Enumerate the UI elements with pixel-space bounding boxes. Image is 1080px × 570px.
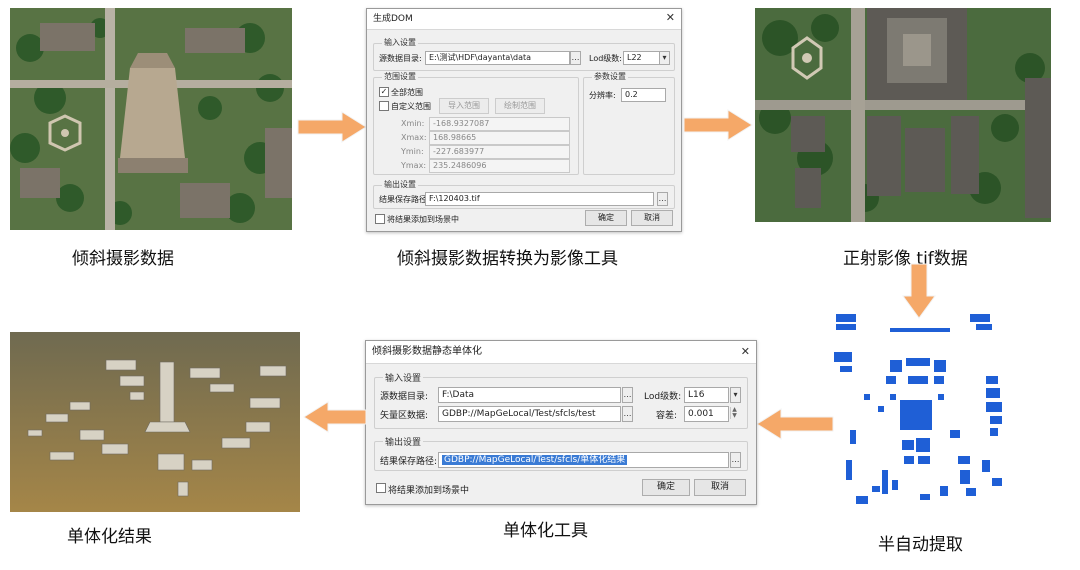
browse-save-button[interactable]: … [657,192,668,206]
draw-range-button[interactable]: 绘制范围 [495,98,545,114]
vector-data-label: 矢量区数据: [380,411,429,421]
orthophoto-graphic [755,8,1051,222]
cancel-button[interactable]: 取消 [694,479,746,496]
all-range-label: 全部范围 [391,88,423,97]
tolerance-spinner[interactable]: ▲ ▼ [730,407,738,419]
arrow-right-1 [297,111,367,143]
close-icon[interactable]: ✕ [741,345,750,358]
arrow-right-2 [683,109,753,141]
monomer-result-image [10,332,300,512]
custom-range-label: 自定义范围 [391,102,431,111]
oblique-photo-graphic [10,8,292,230]
dialog-title: 生成DOM [367,9,681,30]
save-path-label: 结果保存路径: [380,457,438,467]
import-range-button[interactable]: 导入范围 [439,98,489,114]
monomer-result-graphic [10,332,300,512]
lod-select[interactable]: L16 [684,387,729,403]
caption-result: 单体化结果 [67,527,152,547]
caption-extract: 半自动提取 [878,535,963,555]
orthophoto-image [755,8,1051,222]
chevron-down-icon[interactable]: ▾ [730,387,741,403]
dialog-title: 倾斜摄影数据静态单体化 [366,341,756,364]
browse-vector-button[interactable]: … [622,406,633,422]
save-path-selected-text: GDBP://MapGeLocal/Test/sfcls/单体化结果 [442,455,628,465]
all-range-checkbox[interactable]: ✓ [379,87,389,97]
caption-oblique: 倾斜摄影数据 [72,249,174,269]
source-dir-label: 源数据目录: [379,54,422,63]
oblique-photo-image [10,8,292,230]
xmax-field[interactable]: 168.98665 [429,131,570,145]
lod-select[interactable]: L22 [623,51,662,65]
source-dir-field[interactable]: E:\测试\HDF\dayanta\data [425,51,570,65]
resolution-label: 分辨率: [589,91,616,100]
source-dir-label: 源数据目录: [380,392,429,402]
monomer-dialog: 倾斜摄影数据静态单体化 ✕ 输入设置 源数据目录: F:\Data … Lod级… [365,340,757,505]
tolerance-field[interactable]: 0.001 [684,406,729,422]
cancel-button[interactable]: 取消 [631,210,673,226]
tolerance-label: 容差: [656,411,678,421]
xmin-label: Xmin: [401,119,425,128]
resolution-field[interactable]: 0.2 [621,88,666,102]
lod-label: Lod级数: [644,392,682,402]
add-to-scene-checkbox[interactable] [375,214,385,224]
lod-label: Lod级数: [589,54,622,63]
arrow-left-1 [756,408,834,440]
browse-source-button[interactable]: … [622,387,633,403]
chevron-down-icon[interactable]: ▾ [659,51,670,65]
save-path-field[interactable]: GDBP://MapGeLocal/Test/sfcls/单体化结果 [438,452,729,468]
xmax-label: Xmax: [401,133,427,142]
close-icon[interactable]: ✕ [666,11,675,24]
add-to-scene-label: 将结果添加到场景中 [387,215,459,224]
ymin-field[interactable]: -227.683977 [429,145,570,159]
generate-dom-dialog: 生成DOM ✕ 输入设置 源数据目录: E:\测试\HDF\dayanta\da… [366,8,682,232]
ymax-label: Ymax: [401,161,427,170]
save-path-field[interactable]: F:\120403.tif [425,192,654,206]
ymax-field[interactable]: 235.2486096 [429,159,570,173]
caption-tool1: 倾斜摄影数据转换为影像工具 [397,249,618,269]
browse-source-button[interactable]: … [570,51,581,65]
vector-data-field[interactable]: GDBP://MapGeLocal/Test/sfcls/test [438,406,621,422]
building-footprints-graphic [834,314,1002,504]
ok-button[interactable]: 确定 [585,210,627,226]
arrow-left-2 [303,401,367,433]
source-dir-field[interactable]: F:\Data [438,387,621,403]
xmin-field[interactable]: -168.9327087 [429,117,570,131]
add-to-scene-checkbox[interactable] [376,483,386,493]
browse-save-button[interactable]: … [730,452,741,468]
caption-tool2: 单体化工具 [503,521,588,541]
add-to-scene-label: 将结果添加到场景中 [388,486,470,496]
custom-range-checkbox[interactable] [379,101,389,111]
ok-button[interactable]: 确定 [642,479,690,496]
ymin-label: Ymin: [401,147,424,156]
save-path-label: 结果保存路径: [379,195,430,204]
